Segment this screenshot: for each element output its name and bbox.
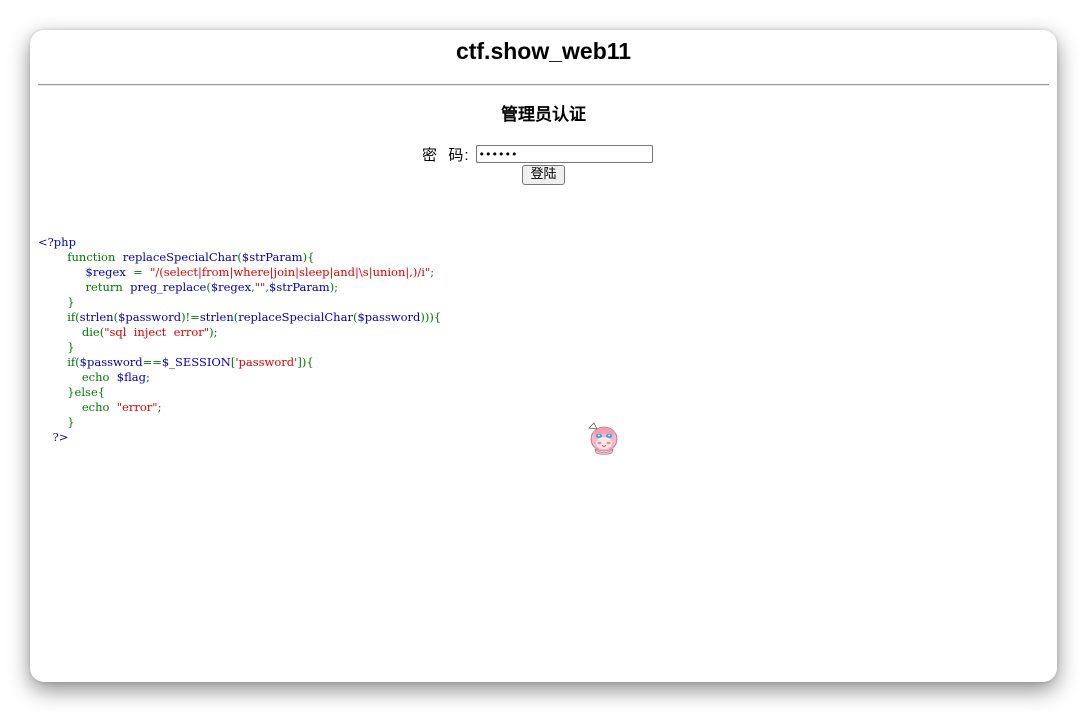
code-token: }else{ <box>38 385 106 399</box>
code-lines: function replaceSpecialChar($strParam){ … <box>38 250 442 445</box>
code-token: replaceSpecialChar <box>122 250 238 264</box>
code-token: strlen <box>79 310 114 324</box>
code-token: == <box>142 355 162 369</box>
password-row: 密 码: <box>422 143 653 165</box>
code-line: } <box>38 340 441 355</box>
code-token: if( <box>38 310 80 324</box>
code-line: ?> <box>38 430 441 445</box>
code-line: $regex = "/(select|from|where|join|sleep… <box>38 265 441 280</box>
code-token: } <box>38 295 75 309</box>
code-line: die("sql inject error"); <box>38 325 441 340</box>
code-token: preg_replace <box>130 280 207 294</box>
code-token: ; <box>430 265 435 279</box>
code-open-tag: <?php <box>38 235 76 249</box>
code-token: 'password' <box>235 355 298 369</box>
code-token: ]){ <box>297 355 314 369</box>
source-code-block: <?php function replaceSpecialChar($strPa… <box>38 235 441 445</box>
code-token: if( <box>38 355 80 369</box>
code-token: echo <box>38 400 117 414</box>
code-token: $password <box>357 310 421 324</box>
code-token: } <box>38 340 75 354</box>
code-token: "" <box>254 280 266 294</box>
code-token: $regex <box>210 280 252 294</box>
code-token: ?> <box>38 430 69 444</box>
code-line: function replaceSpecialChar($strParam){ <box>38 250 441 265</box>
code-token: return <box>38 280 131 294</box>
code-line: } <box>38 295 441 310</box>
code-token: $_SESSION <box>161 355 231 369</box>
code-line: if(strlen($password)!=strlen(replaceSpec… <box>38 310 441 325</box>
code-line: echo $flag; <box>38 370 441 385</box>
code-token: = <box>133 265 151 279</box>
code-token: $flag <box>116 370 146 384</box>
code-token: "/(select|from|where|join|sleep|and|\s|u… <box>150 265 431 279</box>
code-token: "sql inject error" <box>104 325 210 339</box>
password-label: 密 码: <box>422 146 470 164</box>
code-token: $strParam <box>241 250 303 264</box>
code-line: } <box>38 415 441 430</box>
code-token: ))){ <box>420 310 442 324</box>
anime-mascot-icon[interactable] <box>585 420 621 456</box>
code-line: return preg_replace($regex,"",$strParam)… <box>38 280 441 295</box>
code-token: } <box>38 415 75 429</box>
code-token: function <box>38 250 123 264</box>
code-token: $strParam <box>269 280 330 294</box>
code-token: ; <box>145 370 150 384</box>
header-divider <box>38 84 1049 86</box>
code-line: }else{ <box>38 385 441 400</box>
password-input[interactable] <box>475 145 653 163</box>
code-token: )!= <box>181 310 200 324</box>
code-line: echo "error"; <box>38 400 441 415</box>
code-token: ); <box>209 325 218 339</box>
code-token: $password <box>79 355 143 369</box>
code-line: if($password==$_SESSION['password']){ <box>38 355 441 370</box>
code-token: ; <box>157 400 162 414</box>
login-button[interactable]: 登陆 <box>522 165 565 185</box>
auth-heading: 管理员认证 <box>501 105 586 124</box>
code-token: ); <box>329 280 339 294</box>
code-token: die( <box>38 325 105 339</box>
code-token: replaceSpecialChar <box>238 310 353 324</box>
browser-window: ctf.show_web11 管理员认证 密 码: 登陆 <?php funct… <box>30 30 1057 682</box>
code-token: echo <box>38 370 117 384</box>
code-token: $password <box>118 310 182 324</box>
code-token: "error" <box>116 400 158 414</box>
page-title: ctf.show_web11 <box>455 38 632 64</box>
code-token: $regex <box>85 265 134 279</box>
code-token: ){ <box>302 250 315 264</box>
code-token: strlen <box>199 310 234 324</box>
